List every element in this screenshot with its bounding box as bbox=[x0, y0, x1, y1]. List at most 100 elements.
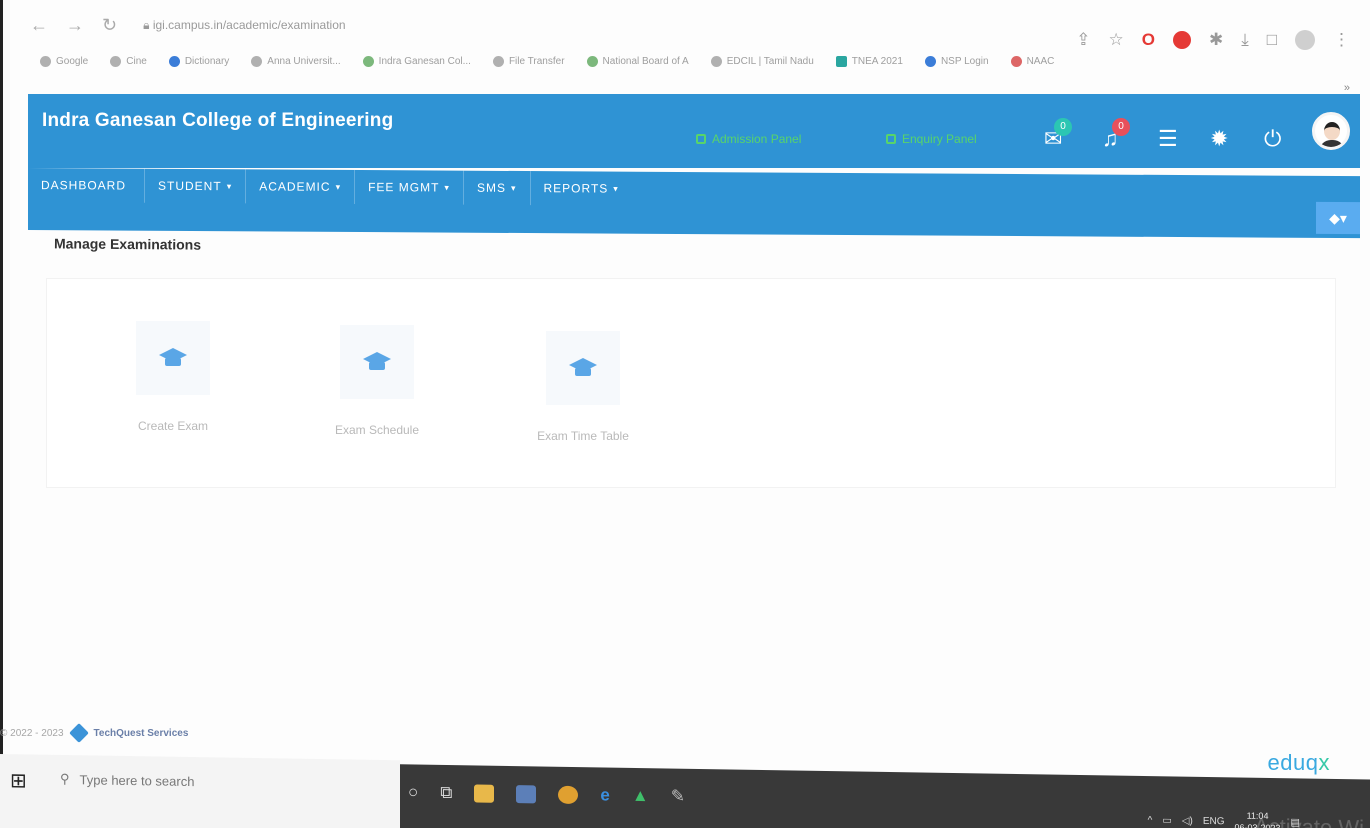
avatar[interactable] bbox=[1312, 112, 1350, 150]
tile-exam-schedule[interactable]: Exam Schedule bbox=[287, 325, 467, 475]
search-icon: ⚲ bbox=[60, 770, 70, 787]
activate-windows-watermark: Activate Wi bbox=[1253, 813, 1364, 828]
file-explorer-icon[interactable] bbox=[474, 784, 495, 803]
avatar-face bbox=[1324, 122, 1340, 140]
windows-taskbar: ⊞ ⚲ Type here to search ○ ⧉ e ▲ ✎ ^ ▭ ◁)… bbox=[0, 754, 1370, 828]
chevron-down-icon: ▾ bbox=[613, 183, 619, 194]
bookmark-item[interactable]: EDCIL | Tamil Nadu bbox=[710, 55, 814, 67]
bookmarks-bar: Google Cine Dictionary Anna Universit...… bbox=[40, 50, 1280, 72]
mail-icon[interactable]: ✉ 0 bbox=[1044, 118, 1072, 152]
bookmark-item[interactable]: Dictionary bbox=[168, 55, 229, 67]
naac-icon bbox=[1010, 55, 1022, 67]
layers-icon: ◆▾ bbox=[1329, 209, 1347, 226]
chevron-down-icon: ▾ bbox=[510, 182, 517, 193]
address-bar[interactable]: 🔒︎ igi.campus.in/academic/examination bbox=[143, 18, 345, 33]
network-icon[interactable]: ▭ bbox=[1162, 815, 1171, 826]
google-icon bbox=[40, 55, 51, 67]
main-menu-bar: DASHBOARD STUDENT ▾ ACADEMIC ▾ FEE MGMT ▾ S… bbox=[28, 168, 1360, 239]
tile-create-exam[interactable]: Create Exam bbox=[83, 321, 263, 471]
panel-icon bbox=[886, 134, 896, 144]
cortana-icon[interactable]: ○ bbox=[408, 782, 418, 802]
nba-icon bbox=[586, 55, 598, 67]
edge-icon[interactable]: e bbox=[600, 785, 609, 805]
menu-student[interactable]: STUDENT ▾ bbox=[145, 168, 247, 204]
lock-icon: 🔒︎ bbox=[143, 17, 153, 32]
google-icon bbox=[110, 55, 122, 67]
puzzle-icon[interactable]: ✱ bbox=[1209, 30, 1223, 50]
tnea-icon bbox=[835, 55, 847, 67]
language-indicator[interactable]: ENG bbox=[1203, 815, 1225, 826]
list-icon[interactable]: ☰ bbox=[1158, 126, 1178, 152]
college-icon bbox=[362, 55, 374, 67]
windows-start-icon[interactable]: ⊞ bbox=[10, 768, 36, 794]
techquest-logo-icon bbox=[68, 723, 89, 743]
chevron-up-icon[interactable]: ^ bbox=[1148, 815, 1153, 826]
chevron-down-icon: ▾ bbox=[226, 180, 233, 191]
taskbar-search-input[interactable]: ⚲ Type here to search bbox=[60, 771, 194, 789]
exam-tiles-panel: Create Exam Exam Schedule Exam Time Tabl… bbox=[46, 278, 1336, 488]
opera-icon[interactable]: O bbox=[1142, 30, 1155, 50]
enquiry-panel-link[interactable]: Enquiry Panel bbox=[886, 132, 977, 146]
taskbar-search-area: ⊞ ⚲ Type here to search bbox=[0, 754, 400, 828]
window-icon[interactable]: □ bbox=[1267, 30, 1277, 50]
star-icon[interactable]: ☆ bbox=[1108, 30, 1123, 50]
menu-dashboard[interactable]: DASHBOARD bbox=[28, 168, 146, 203]
transfer-icon bbox=[492, 55, 504, 67]
bookmark-item[interactable]: Anna Universit... bbox=[251, 55, 341, 67]
bookmark-item[interactable]: Indra Ganesan Col... bbox=[362, 55, 471, 67]
bookmark-item[interactable]: Google bbox=[40, 55, 88, 67]
bookmark-item[interactable]: NSP Login bbox=[924, 55, 989, 67]
kebab-menu-icon[interactable]: ⋮ bbox=[1333, 30, 1350, 50]
bookmark-item[interactable]: NAAC bbox=[1010, 55, 1054, 67]
share-icon[interactable]: ⇪ bbox=[1076, 30, 1090, 50]
nsp-icon bbox=[924, 55, 936, 67]
back-icon[interactable]: ← bbox=[30, 15, 48, 36]
avatar-body bbox=[1319, 140, 1345, 147]
footer-copyright: © 2022 - 2023 TechQuest Services bbox=[0, 723, 188, 743]
admission-panel-link[interactable]: Admission Panel bbox=[696, 132, 801, 146]
notification-badge: 0 bbox=[1112, 118, 1130, 136]
bookmark-item[interactable]: Cine bbox=[110, 55, 147, 67]
adblock-icon[interactable] bbox=[1172, 31, 1191, 49]
reload-icon[interactable]: ↻ bbox=[102, 15, 117, 36]
chevron-down-icon: ▾ bbox=[444, 182, 450, 193]
graduation-cap-icon bbox=[340, 325, 414, 399]
globe-icon bbox=[168, 55, 180, 67]
bookmark-item[interactable]: National Board of A bbox=[586, 55, 689, 67]
browser-extensions: ⇪ ☆ O ✱ ⤓ □ ⋮ bbox=[1076, 30, 1350, 50]
scan-edge bbox=[0, 0, 3, 828]
download-icon[interactable]: ⤓ bbox=[1241, 30, 1249, 50]
menu-academic[interactable]: ACADEMIC ▾ bbox=[246, 169, 356, 204]
menu-reports[interactable]: REPORTS ▾ bbox=[531, 171, 632, 206]
chevron-down-icon: ▾ bbox=[335, 181, 342, 192]
volume-icon[interactable]: ◁) bbox=[1182, 815, 1193, 826]
menu-sms[interactable]: SMS ▾ bbox=[463, 170, 531, 206]
university-icon bbox=[251, 55, 263, 67]
task-view-icon[interactable]: ⧉ bbox=[440, 783, 452, 803]
graduation-cap-icon bbox=[546, 331, 620, 405]
gear-icon[interactable]: ✹ bbox=[1210, 126, 1228, 152]
college-name: Indra Ganesan College of Engineering bbox=[42, 110, 394, 131]
pen-icon[interactable]: ✎ bbox=[671, 787, 685, 807]
bell-icon[interactable]: ♫ 0 bbox=[1102, 118, 1130, 152]
mail-badge: 0 bbox=[1054, 118, 1072, 136]
app-green-icon[interactable]: ▲ bbox=[632, 786, 649, 806]
store-icon[interactable] bbox=[516, 785, 537, 804]
screen: ← → ↻ 🔒︎ igi.campus.in/academic/examinat… bbox=[0, 0, 1370, 828]
power-icon[interactable]: ⏻ bbox=[1264, 126, 1281, 152]
forward-icon[interactable]: → bbox=[66, 15, 84, 36]
globe-icon bbox=[710, 55, 722, 67]
bookmark-item[interactable]: File Transfer bbox=[492, 55, 565, 67]
page-title: Manage Examinations bbox=[53, 235, 202, 253]
main-menu: DASHBOARD STUDENT ▾ ACADEMIC ▾ FEE MGMT ▾ S… bbox=[28, 168, 632, 206]
eduqx-logo: eduqx bbox=[1267, 750, 1330, 775]
tile-exam-time-table[interactable]: Exam Time Table bbox=[493, 331, 673, 481]
layers-dropdown-button[interactable]: ◆▾ bbox=[1316, 201, 1360, 235]
app-header: Indra Ganesan College of Engineering Adm… bbox=[28, 94, 1360, 168]
more-bookmarks-icon[interactable]: » bbox=[1344, 82, 1350, 94]
chrome-icon[interactable] bbox=[558, 785, 579, 805]
profile-icon[interactable] bbox=[1295, 30, 1315, 50]
panel-icon bbox=[696, 134, 706, 144]
menu-fee-mgmt[interactable]: FEE MGMT ▾ bbox=[355, 169, 464, 205]
bookmark-item[interactable]: TNEA 2021 bbox=[835, 55, 903, 67]
